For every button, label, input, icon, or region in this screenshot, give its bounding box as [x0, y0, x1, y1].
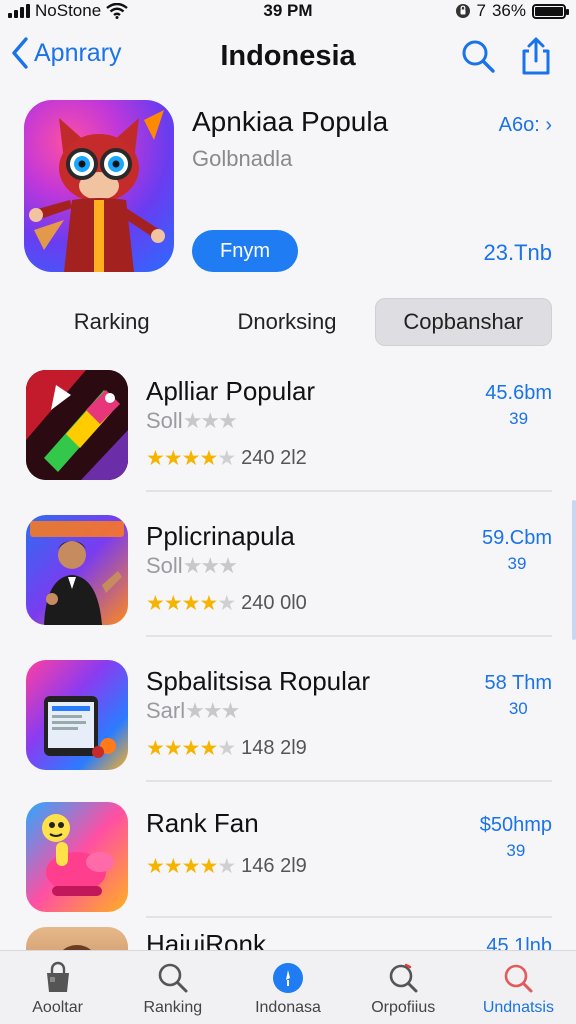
app-title: Pplicrinapula: [146, 521, 295, 551]
tab-search[interactable]: Undnatsis: [461, 951, 576, 1024]
tablet-app-icon: [26, 660, 128, 770]
app-subtitle-text: Sarl: [146, 698, 186, 723]
rating-count: 148 2l9: [241, 737, 307, 759]
compass-icon: [273, 963, 303, 993]
share-icon: [522, 37, 550, 75]
app-rating: ★★★★★ 240 2l2: [146, 446, 307, 471]
search-icon: [462, 40, 495, 73]
orientation-lock-icon: [455, 4, 470, 18]
app-price-value: $50hmp: [479, 814, 552, 836]
chevron-right-icon: ›: [545, 114, 552, 136]
app-subtitle-text: Soll: [146, 553, 183, 578]
search-refresh-icon: [389, 963, 418, 993]
featured-app-subtitle: Golbnadla: [192, 146, 293, 171]
tab-label: Orpofiius: [371, 999, 436, 1016]
app-title: Rank Fan: [146, 808, 259, 838]
app-title: Aplliar Popular: [146, 376, 316, 406]
star-rating-icon: ★★★★★: [146, 737, 236, 760]
tab-label: Undnatsis: [482, 999, 554, 1016]
tab-label: Ranking: [143, 999, 203, 1016]
app-subtitle: Soll★★★: [146, 408, 238, 434]
segment-dnorksing[interactable]: Dnorksing: [199, 298, 374, 346]
divider: [146, 780, 552, 782]
star-rating-icon: ★★★★★: [146, 855, 236, 878]
app-price-value: 58 Thm: [484, 672, 552, 694]
navigation-bar: Apnrary Indonesia: [0, 30, 576, 82]
app-subtitle: Soll★★★: [146, 553, 238, 579]
app-price-value: 45.6bm: [485, 382, 552, 404]
app-price-value: 59.Cbm: [481, 527, 552, 549]
search-icon: [505, 964, 533, 993]
tab-indonesia[interactable]: Indonasa: [230, 951, 345, 1024]
app-price-sub: 30: [508, 699, 528, 718]
divider: [146, 916, 552, 918]
share-button[interactable]: [516, 36, 556, 76]
get-button[interactable]: Fnym: [192, 230, 298, 272]
list-item[interactable]: Aplliar Popular Soll★★★ ★★★★★ 240 2l2 45…: [0, 362, 576, 492]
rating-count: 146 2l9: [241, 855, 307, 877]
list-item[interactable]: Pplicrinapula Soll★★★ ★★★★★ 240 0l0 59.C…: [0, 507, 576, 637]
tab-apps[interactable]: Aooltar: [0, 951, 115, 1024]
search-button[interactable]: [458, 36, 498, 76]
faded-stars-icon: ★★★: [185, 698, 240, 723]
app-rating: ★★★★★ 148 2l9: [146, 736, 307, 761]
tab-updates[interactable]: Orpofiius: [346, 951, 461, 1024]
rating-count: 240 0l0: [241, 592, 307, 614]
app-price[interactable]: $50hmp 39: [480, 812, 552, 864]
featured-age-label: A6o:: [498, 114, 540, 136]
star-rating-icon: ★★★★★: [146, 447, 236, 470]
battery-fill: [535, 6, 563, 16]
tab-label: Indonasa: [255, 999, 321, 1016]
app-rating: ★★★★★ 146 2l9: [146, 854, 307, 879]
status-bar: NoStone 39 PM 7 36%: [0, 0, 576, 22]
location-indicator: 7: [476, 1, 486, 20]
tab-ranking[interactable]: Ranking: [115, 951, 230, 1024]
rating-count: 240 2l2: [241, 447, 307, 469]
featured-app-title: Apnkiaa Popula: [192, 106, 389, 137]
app-subtitle-text: Soll: [146, 408, 183, 433]
list-item[interactable]: Rank Fan ★★★★★ 146 2l9 $50hmp 39: [0, 794, 576, 924]
star-rating-icon: ★★★★★: [146, 592, 236, 615]
segmented-control: Rarking Dnorksing Copbanshar: [24, 298, 552, 346]
faded-stars-icon: ★★★: [182, 408, 238, 433]
divider: [146, 490, 552, 492]
divider: [146, 635, 552, 637]
battery-icon: [532, 3, 569, 19]
pencil-game-icon: [26, 370, 128, 480]
man-portrait-icon: [26, 515, 128, 625]
app-rating: ★★★★★ 240 0l0: [146, 591, 307, 616]
search-icon: [158, 963, 188, 993]
app-price-sub: 39: [506, 841, 526, 860]
app-price[interactable]: 45.6bm 39: [485, 380, 552, 432]
app-price[interactable]: 59.Cbm 39: [482, 525, 552, 577]
store-bag-icon: [46, 961, 69, 992]
app-price-sub: 39: [509, 409, 529, 428]
fox-character-app-icon[interactable]: [24, 100, 174, 272]
tab-label: Aooltar: [32, 999, 83, 1016]
featured-app: Apnkiaa Popula Golbnadla Fnym A6o: › 23.…: [0, 100, 576, 280]
list-item[interactable]: Spbalitsisa Ropular Sarl★★★ ★★★★★ 148 2l…: [0, 652, 576, 782]
segment-copbanshar[interactable]: Copbanshar: [374, 298, 552, 346]
faded-stars-icon: ★★★: [182, 553, 238, 578]
scroll-indicator[interactable]: [572, 500, 576, 640]
app-price-sub: 39: [507, 554, 527, 573]
segment-ranking[interactable]: Rarking: [24, 298, 199, 346]
status-right: 7 36%: [455, 0, 569, 22]
app-title: Spbalitsisa Ropular: [146, 666, 371, 696]
app-subtitle: Sarl★★★: [146, 698, 240, 724]
tab-bar: Aooltar Ranking Indonasa Orpofiius Undna…: [0, 950, 576, 1024]
app-price[interactable]: 58 Thm 30: [485, 670, 552, 722]
featured-age-link[interactable]: A6o: ›: [499, 114, 552, 137]
featured-size: 23.Tnb: [483, 240, 553, 265]
cartoon-character-icon: [26, 802, 128, 912]
battery-percent: 36%: [491, 1, 526, 20]
